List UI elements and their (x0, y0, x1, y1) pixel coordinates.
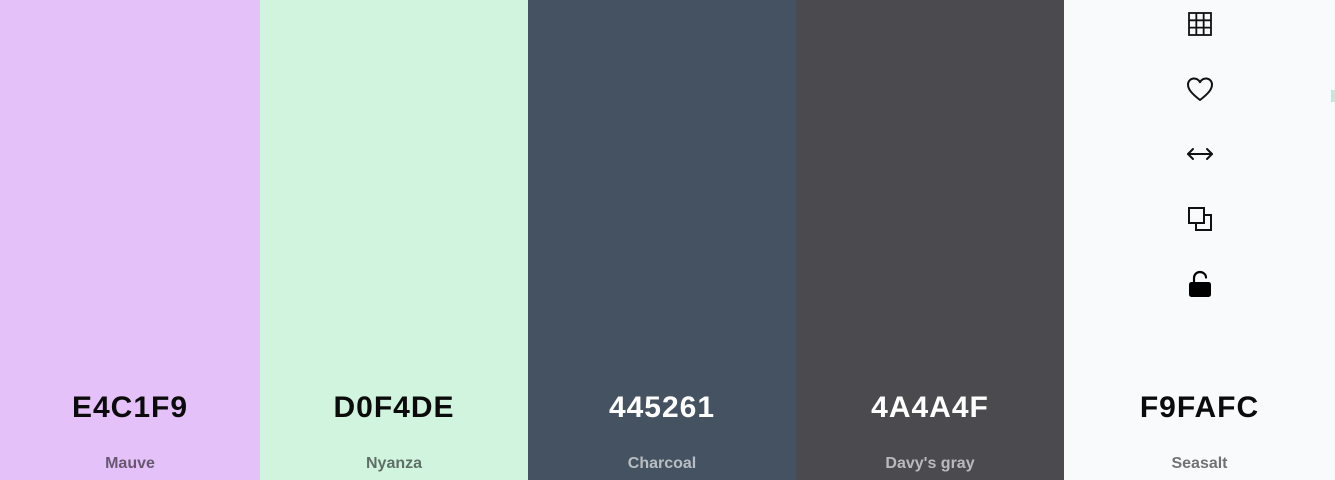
swatch-hex[interactable]: 445261 (528, 390, 796, 426)
arrows-horizontal-icon (1185, 144, 1215, 164)
swatch-hex[interactable]: 4A4A4F (796, 390, 1064, 426)
swatch-seasalt[interactable]: F9FAFC Seasalt (1064, 0, 1335, 480)
copy-button[interactable] (1184, 203, 1216, 235)
swatch-name: Mauve (105, 455, 155, 472)
swatch-name: Charcoal (627, 455, 697, 472)
lock-button[interactable] (1184, 268, 1216, 300)
swatch-name: Seasalt (1171, 455, 1228, 472)
swatch-davys-gray[interactable]: 4A4A4F Davy's gray (796, 0, 1064, 480)
swatch-nyanza[interactable]: D0F4DE Nyanza (260, 0, 528, 480)
copy-icon (1186, 205, 1214, 233)
view-shades-button[interactable] (1184, 8, 1216, 40)
swatch-name: Davy's gray (885, 455, 975, 472)
swatch-hex[interactable]: E4C1F9 (0, 390, 260, 426)
swatch-hex[interactable]: D0F4DE (260, 390, 528, 426)
favorite-button[interactable] (1184, 73, 1216, 105)
unlock-icon (1187, 269, 1213, 299)
swatch-charcoal[interactable]: 445261 Charcoal (528, 0, 796, 480)
grid-icon (1186, 10, 1214, 38)
heart-icon (1185, 75, 1215, 103)
palette: E4C1F9 Mauve D0F4DE Nyanza 445261 Charco… (0, 0, 1335, 480)
swatch-name: Nyanza (365, 455, 423, 472)
swatch-mauve[interactable]: E4C1F9 Mauve (0, 0, 260, 480)
next-swatch-edge (1331, 90, 1335, 102)
swatch-toolbar (1064, 8, 1335, 333)
swatch-hex[interactable]: F9FAFC (1064, 390, 1335, 426)
drag-button[interactable] (1184, 138, 1216, 170)
